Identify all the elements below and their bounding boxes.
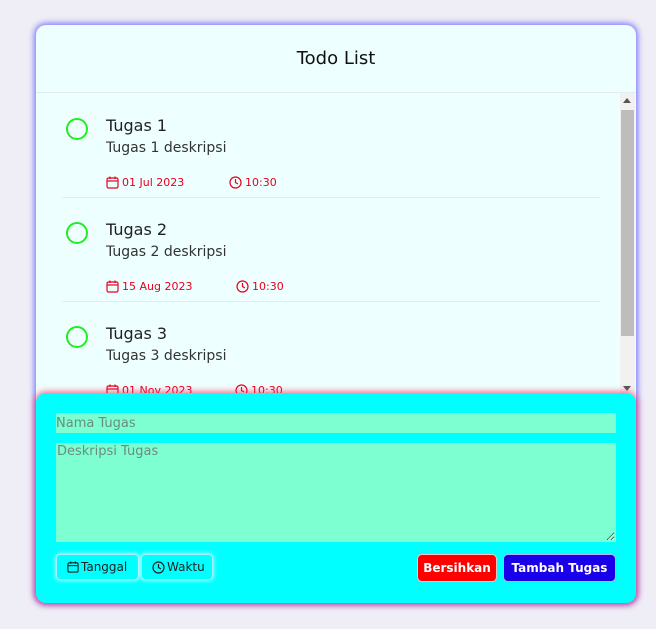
todo-time: 10:30	[229, 176, 277, 189]
scrollbar-thumb[interactable]	[621, 110, 634, 336]
time-picker-button[interactable]: Waktu	[141, 554, 213, 580]
todo-title: Tugas 2	[106, 220, 168, 239]
todo-description: Tugas 3 deskripsi	[106, 348, 227, 364]
clock-icon	[152, 560, 165, 574]
todo-date-text: 15 Aug 2023	[122, 280, 193, 293]
todo-time-text: 10:30	[252, 280, 284, 293]
calendar-icon	[67, 561, 79, 573]
todo-title: Tugas 1	[106, 116, 168, 135]
calendar-icon	[106, 176, 119, 189]
circle-check-icon[interactable]	[66, 118, 88, 140]
list-scrollbar[interactable]	[620, 93, 635, 393]
add-task-button[interactable]: Tambah Tugas	[503, 554, 616, 582]
calendar-icon	[106, 280, 119, 293]
time-picker-label: Waktu	[167, 560, 205, 574]
todo-list[interactable]: Tugas 1 Tugas 1 deskripsi 01 Jul 2023 10…	[36, 93, 619, 398]
todo-description: Tugas 1 deskripsi	[106, 140, 227, 156]
task-description-input[interactable]	[56, 443, 616, 542]
todo-title: Tugas 3	[106, 324, 168, 343]
list-item: Tugas 3 Tugas 3 deskripsi 01 Nov 2023 10…	[62, 301, 600, 398]
todo-time-text: 10:30	[245, 176, 277, 189]
date-picker-label: Tanggal	[81, 560, 128, 574]
add-task-form: Tanggal Waktu Bersihkan Tambah Tugas	[36, 393, 636, 603]
scroll-up-icon[interactable]	[623, 98, 631, 103]
clear-button[interactable]: Bersihkan	[417, 554, 497, 582]
date-picker-button[interactable]: Tanggal	[56, 554, 139, 580]
clock-icon	[236, 280, 249, 293]
list-item: Tugas 1 Tugas 1 deskripsi 01 Jul 2023 10…	[62, 93, 600, 198]
clock-icon	[229, 176, 242, 189]
list-item: Tugas 2 Tugas 2 deskripsi 15 Aug 2023 10…	[62, 197, 600, 302]
circle-check-icon[interactable]	[66, 222, 88, 244]
scroll-down-icon[interactable]	[623, 386, 631, 391]
todo-date: 01 Jul 2023	[106, 176, 184, 189]
todo-date: 15 Aug 2023	[106, 280, 192, 293]
todo-time: 10:30	[236, 280, 284, 293]
task-name-input[interactable]	[56, 413, 616, 433]
todo-description: Tugas 2 deskripsi	[106, 244, 227, 260]
todo-date-text: 01 Jul 2023	[122, 176, 185, 189]
circle-check-icon[interactable]	[66, 326, 88, 348]
card-header: Todo List	[36, 25, 636, 93]
page-title: Todo List	[296, 48, 376, 69]
